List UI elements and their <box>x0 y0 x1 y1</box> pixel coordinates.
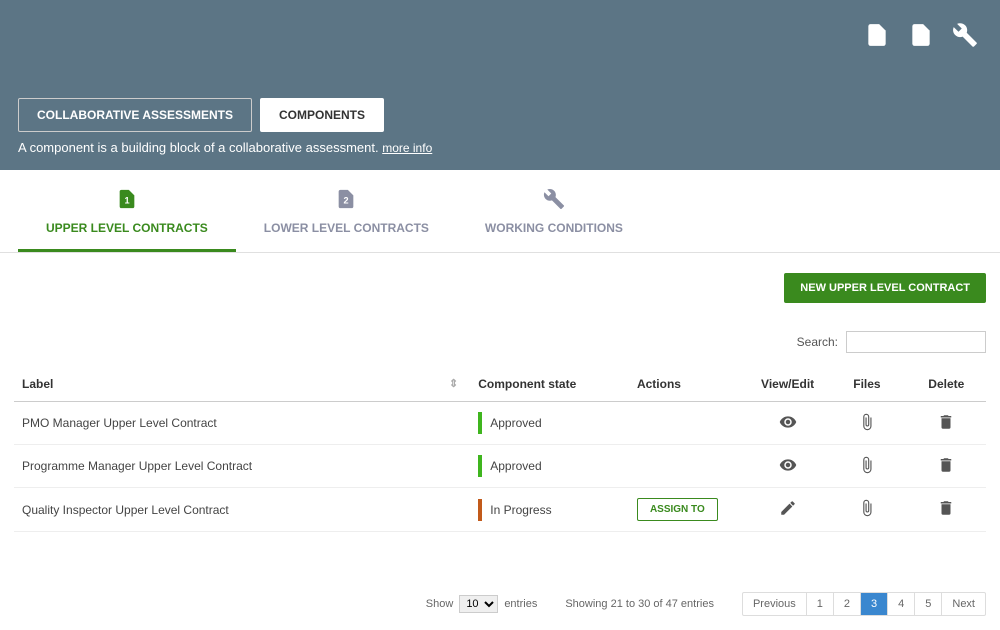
header-nav: COLLABORATIVE ASSESSMENTS COMPONENTS <box>18 98 384 132</box>
tab-working-conditions[interactable]: WORKING CONDITIONS <box>457 170 651 252</box>
table-row: Programme Manager Upper Level Contract Ap… <box>14 445 986 488</box>
content: NEW UPPER LEVEL CONTRACT Search: Label C… <box>0 253 1000 532</box>
trash-icon[interactable] <box>937 463 955 477</box>
more-info-link[interactable]: more info <box>382 141 432 155</box>
table-row: Quality Inspector Upper Level Contract In… <box>14 488 986 532</box>
component-tabs: UPPER LEVEL CONTRACTS LOWER LEVEL CONTRA… <box>0 170 1000 253</box>
header-subtitle: A component is a building block of a col… <box>18 140 432 155</box>
row-state: In Progress <box>470 488 629 532</box>
col-viewedit: View/Edit <box>748 367 827 402</box>
state-text: Approved <box>490 459 541 473</box>
doc1-icon <box>116 188 138 213</box>
row-actions: ASSIGN TO <box>629 488 748 532</box>
tab-label: LOWER LEVEL CONTRACTS <box>264 221 429 235</box>
table-footer: Show 10 entries Showing 21 to 30 of 47 e… <box>0 532 1000 630</box>
show-entries: Show 10 entries <box>426 595 538 613</box>
page-3[interactable]: 3 <box>861 593 888 615</box>
attachment-icon[interactable] <box>858 463 876 477</box>
assign-to-button[interactable]: ASSIGN TO <box>637 498 718 521</box>
eye-icon[interactable] <box>779 420 797 434</box>
page-5[interactable]: 5 <box>915 593 942 615</box>
eye-icon[interactable] <box>779 463 797 477</box>
doc1-icon[interactable] <box>864 22 890 51</box>
row-state: Approved <box>470 402 629 445</box>
header-toolbar <box>864 22 978 51</box>
page-prev[interactable]: Previous <box>743 593 807 615</box>
new-upper-level-contract-button[interactable]: NEW UPPER LEVEL CONTRACT <box>784 273 986 303</box>
row-actions <box>629 445 748 488</box>
col-actions: Actions <box>629 367 748 402</box>
pagination: Previous 1 2 3 4 5 Next <box>742 592 986 616</box>
search-label: Search: <box>797 335 838 349</box>
page-4[interactable]: 4 <box>888 593 915 615</box>
col-files: Files <box>827 367 906 402</box>
row-label: Programme Manager Upper Level Contract <box>14 445 470 488</box>
tab-label: WORKING CONDITIONS <box>485 221 623 235</box>
row-state: Approved <box>470 445 629 488</box>
nav-components[interactable]: COMPONENTS <box>260 98 384 132</box>
attachment-icon[interactable] <box>858 420 876 434</box>
doc2-icon <box>335 188 357 213</box>
state-text: In Progress <box>490 503 551 517</box>
entries-info: Showing 21 to 30 of 47 entries <box>565 598 714 610</box>
nav-collab-assessments[interactable]: COLLABORATIVE ASSESSMENTS <box>18 98 252 132</box>
col-delete: Delete <box>907 367 986 402</box>
page-1[interactable]: 1 <box>807 593 834 615</box>
col-label[interactable]: Label <box>14 367 470 402</box>
state-bar <box>478 499 482 521</box>
search-input[interactable] <box>846 331 986 353</box>
attachment-icon[interactable] <box>858 506 876 520</box>
pencil-icon[interactable] <box>779 506 797 520</box>
tab-label: UPPER LEVEL CONTRACTS <box>46 221 208 235</box>
subtitle-text: A component is a building block of a col… <box>18 140 379 155</box>
page-2[interactable]: 2 <box>834 593 861 615</box>
table-row: PMO Manager Upper Level Contract Approved <box>14 402 986 445</box>
wrench-icon[interactable] <box>952 22 978 51</box>
wrench-icon <box>543 188 565 213</box>
trash-icon[interactable] <box>937 420 955 434</box>
row-label: PMO Manager Upper Level Contract <box>14 402 470 445</box>
page-next[interactable]: Next <box>942 593 985 615</box>
tab-upper-level-contracts[interactable]: UPPER LEVEL CONTRACTS <box>18 170 236 252</box>
components-table: Label Component state Actions View/Edit … <box>14 367 986 532</box>
doc2-icon[interactable] <box>908 22 934 51</box>
trash-icon[interactable] <box>937 506 955 520</box>
state-text: Approved <box>490 416 541 430</box>
state-bar <box>478 455 482 477</box>
row-label: Quality Inspector Upper Level Contract <box>14 488 470 532</box>
state-bar <box>478 412 482 434</box>
header: COLLABORATIVE ASSESSMENTS COMPONENTS A c… <box>0 0 1000 170</box>
tab-lower-level-contracts[interactable]: LOWER LEVEL CONTRACTS <box>236 170 457 252</box>
entries-select[interactable]: 10 <box>459 595 498 613</box>
row-actions <box>629 402 748 445</box>
show-prefix: Show <box>426 598 454 610</box>
col-state[interactable]: Component state <box>470 367 629 402</box>
show-suffix: entries <box>504 598 537 610</box>
